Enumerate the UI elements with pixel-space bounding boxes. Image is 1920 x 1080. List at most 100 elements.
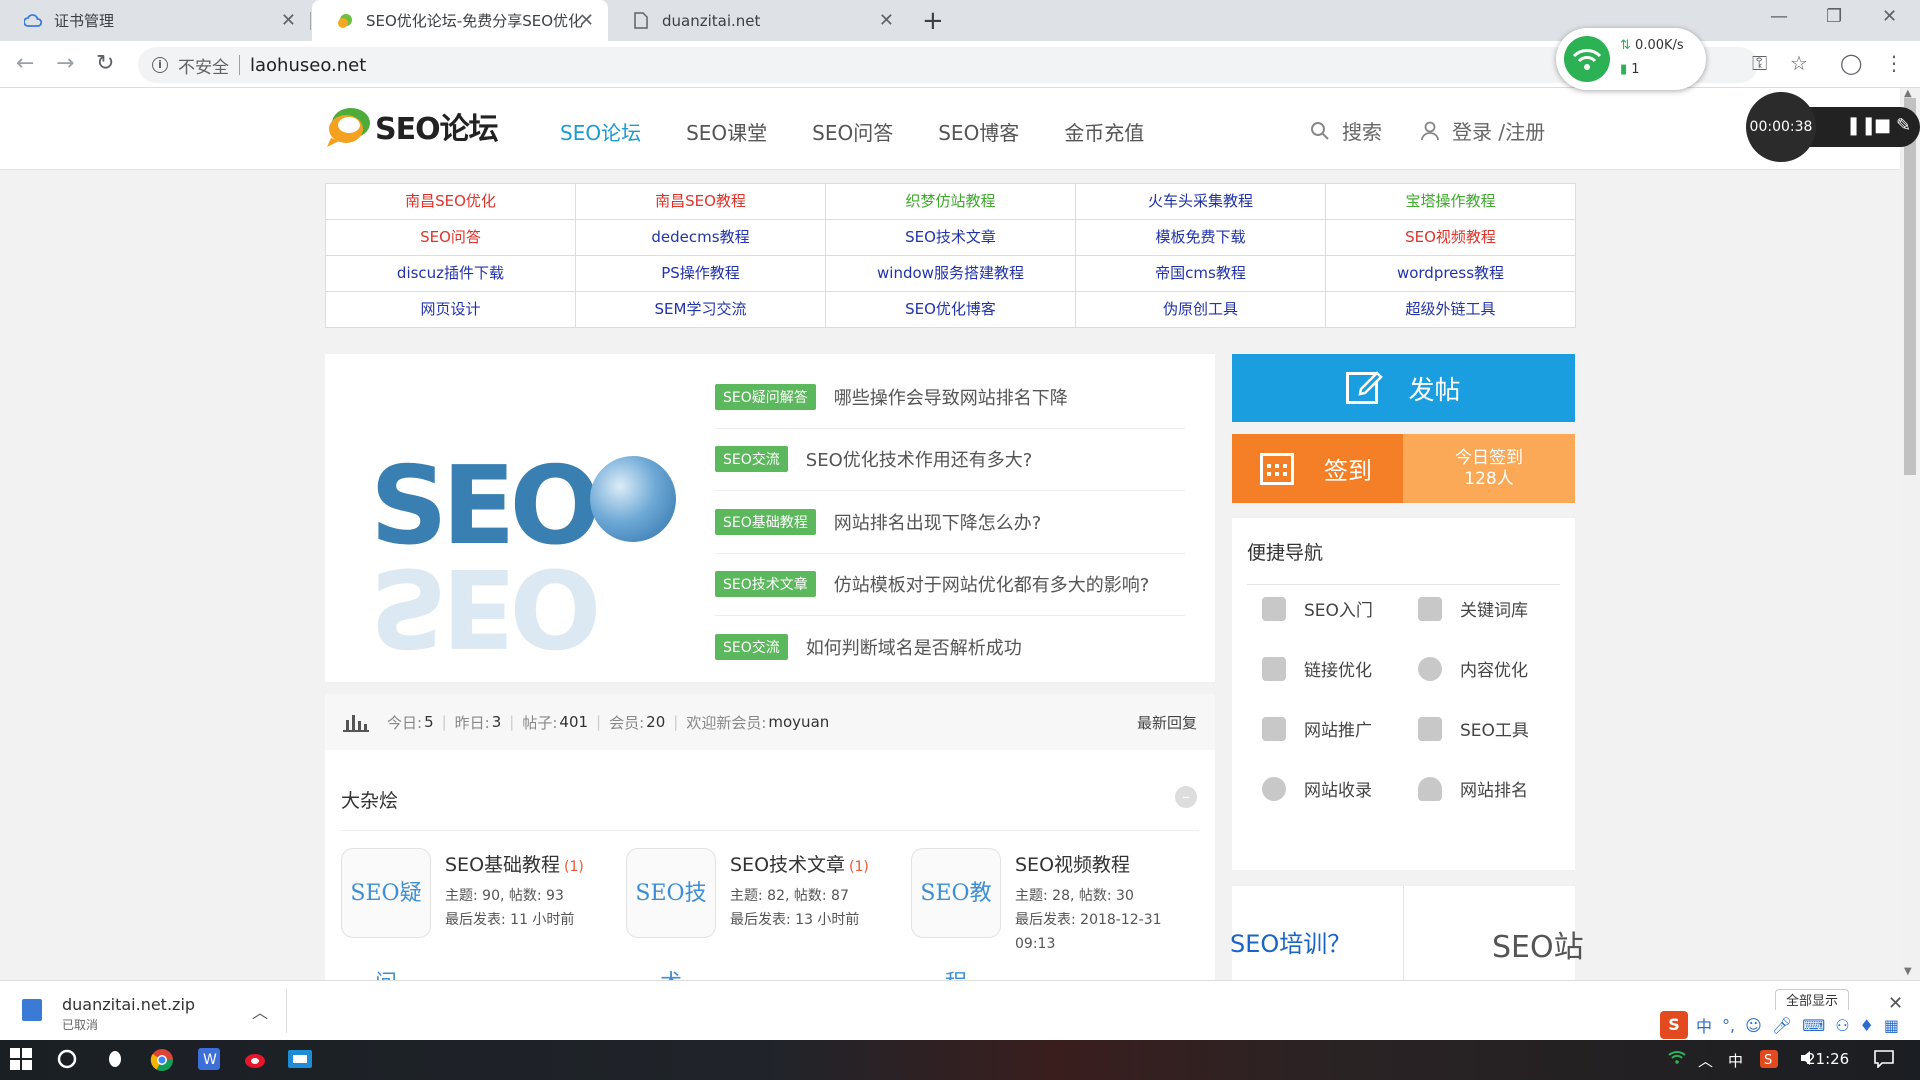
nav-seo-blog[interactable]: SEO博客 [938,117,1019,146]
board-icon[interactable]: SEO技术 [626,848,716,980]
address-bar[interactable]: i 不安全 laohuseo.net [138,47,1758,83]
user-icon[interactable]: ⚇ [1835,1016,1849,1035]
quick-link[interactable]: SEO优化博客 [826,292,1076,328]
nav-seo-forum[interactable]: SEO论坛 [560,117,641,146]
tab-certificates[interactable]: 证书管理 ✕ [0,0,310,41]
quick-link[interactable]: 模板免费下载 [1076,220,1326,256]
weibo-icon[interactable] [244,1048,268,1072]
quick-link[interactable]: 超级外链工具 [1326,292,1576,328]
keyboard-icon[interactable]: ⌨ [1802,1016,1825,1035]
skin-icon[interactable]: ♦ [1860,1016,1874,1035]
ad-banner[interactable]: SEO培训？ SEO站 [1230,886,1584,980]
latest-reply-link[interactable]: 最新回复 [1137,712,1197,733]
quick-link[interactable]: SEM学习交流 [576,292,826,328]
quick-link[interactable]: SEO问答 [326,220,576,256]
quicknav-ranking[interactable]: 网站排名 [1418,776,1528,801]
board-name[interactable]: SEO技术文章 (1) [730,850,869,877]
chrome-icon[interactable] [150,1048,174,1072]
thread-title[interactable]: 仿站模板对于网站优化都有多大的影响? [834,571,1150,597]
quicknav-seo-intro[interactable]: SEO入门 [1262,596,1373,621]
tab-seo-forum[interactable]: SEO优化论坛-免费分享SEO优化 ✕ [312,0,608,41]
chevron-up-icon[interactable]: ︿ [1698,1050,1713,1071]
quicknav-content-opt[interactable]: 内容优化 [1418,656,1528,681]
ime-indicator[interactable]: 中 [1728,1050,1743,1071]
board-item[interactable]: SEO教程 SEO视频教程 主题: 28, 帖数: 30 最后发表: 2018-1… [911,848,1196,980]
quick-link[interactable]: wordpress教程 [1326,256,1576,292]
board-name[interactable]: SEO视频教程 [1015,850,1134,877]
word-editor-icon[interactable]: W [198,1048,222,1072]
thread-title[interactable]: SEO优化技术作用还有多大? [806,446,1033,472]
category-tag[interactable]: SEO交流 [715,446,788,473]
new-post-button[interactable]: 发帖 [1232,354,1575,422]
new-tab-button[interactable]: + [922,6,944,36]
qq-icon[interactable] [104,1048,128,1072]
restore-icon[interactable]: ❐ [1826,6,1842,27]
list-item[interactable]: SEO疑问解答 哪些操作会导致网站排名下降 [715,366,1185,429]
quick-link[interactable]: window服务搭建教程 [826,256,1076,292]
list-item[interactable]: SEO交流 SEO优化技术作用还有多大? [715,429,1185,491]
quicknav-indexing[interactable]: 网站收录 [1262,776,1372,801]
tab-duanzitai[interactable]: duanzitai.net ✕ [608,0,908,41]
sogou-logo-icon[interactable]: S [1660,1011,1688,1039]
board-icon[interactable]: SEO疑问 [341,848,431,980]
quick-link[interactable]: 伪原创工具 [1076,292,1326,328]
quicknav-link-opt[interactable]: 链接优化 [1262,656,1372,681]
header-search[interactable]: 搜索 [1310,116,1382,145]
clock-time[interactable]: 21:26 [1806,1050,1849,1068]
wifi-tray-icon[interactable] [1668,1050,1686,1068]
reload-icon[interactable]: ↻ [96,51,114,76]
close-window-icon[interactable]: ✕ [1882,6,1897,27]
quick-link[interactable]: dedecms教程 [576,220,826,256]
thread-title[interactable]: 网站排名出现下降怎么办? [834,509,1042,535]
stop-icon[interactable]: ■ [1874,115,1891,136]
ime-mode-chinese[interactable]: 中 [1696,1013,1712,1037]
nav-seo-qa[interactable]: SEO问答 [812,117,893,146]
profile-icon[interactable]: ◯ [1840,51,1862,75]
collapse-icon[interactable]: – [1175,786,1197,808]
download-file-name[interactable]: duanzitai.net.zip [62,995,195,1014]
board-item[interactable]: SEO技术 SEO技术文章(1) 主题: 82, 帖数: 87 最后发表: 13 … [626,848,911,980]
emoji-icon[interactable]: ☺ [1745,1016,1762,1035]
thread-title[interactable]: 如何判断域名是否解析成功 [806,634,1022,660]
quick-link[interactable]: 网页设计 [326,292,576,328]
quick-link[interactable]: PS操作教程 [576,256,826,292]
minimize-icon[interactable]: — [1770,6,1788,27]
list-item[interactable]: SEO基础教程 网站排名出现下降怎么办? [715,491,1185,554]
quick-link[interactable]: 宝塔操作教程 [1326,184,1576,220]
quick-link[interactable]: SEO技术文章 [826,220,1076,256]
category-tag[interactable]: SEO基础教程 [715,508,816,535]
quick-link[interactable]: 火车头采集教程 [1076,184,1326,220]
nav-recharge[interactable]: 金币充值 [1064,117,1144,146]
grid-icon[interactable]: ▦ [1884,1016,1899,1035]
quicknav-seo-tools[interactable]: SEO工具 [1418,716,1529,741]
recorder-app-icon[interactable] [288,1048,312,1072]
quicknav-keywords[interactable]: 关键词库 [1418,596,1528,621]
page-scrollbar[interactable]: ▲ ▼ [1900,88,1920,980]
newest-member-link[interactable]: moyuan [768,713,829,731]
pen-icon[interactable]: ✎ [1896,115,1911,136]
board-item[interactable]: SEO疑问 SEO基础教程(1) 主题: 90, 帖数: 93 最后发表: 11 … [341,848,626,980]
network-speed-widget[interactable]: ⇅ 0.00K/s ▮ 1 [1556,28,1706,90]
menu-icon[interactable]: ⋮ [1884,51,1904,75]
star-icon[interactable]: ☆ [1790,51,1808,75]
pause-icon[interactable]: ❚❚ [1846,115,1876,136]
close-tab-icon[interactable]: ✕ [579,10,594,31]
header-login[interactable]: 登录 /注册 [1420,116,1545,145]
board-name[interactable]: SEO基础教程 (1) [445,850,584,877]
quick-link[interactable]: 南昌SEO教程 [576,184,826,220]
notifications-icon[interactable] [1874,1050,1894,1072]
section-title[interactable]: 大杂烩 [341,786,398,813]
quicknav-promotion[interactable]: 网站推广 [1262,716,1372,741]
back-icon[interactable]: ← [16,51,34,76]
category-tag[interactable]: SEO疑问解答 [715,383,816,410]
url-text[interactable]: laohuseo.net [250,55,366,76]
microphone-icon[interactable]: 🎤︎ [1772,1016,1792,1035]
list-item[interactable]: SEO技术文章 仿站模板对于网站优化都有多大的影响? [715,554,1185,616]
recording-timer[interactable]: 00:00:38 [1746,92,1816,162]
category-tag[interactable]: SEO技术文章 [715,571,816,598]
nav-seo-class[interactable]: SEO课堂 [686,117,767,146]
chevron-up-icon[interactable]: ︿ [252,999,268,1023]
quick-link[interactable]: 南昌SEO优化 [326,184,576,220]
windows-start-icon[interactable] [10,1048,34,1072]
quick-link[interactable]: discuz插件下载 [326,256,576,292]
